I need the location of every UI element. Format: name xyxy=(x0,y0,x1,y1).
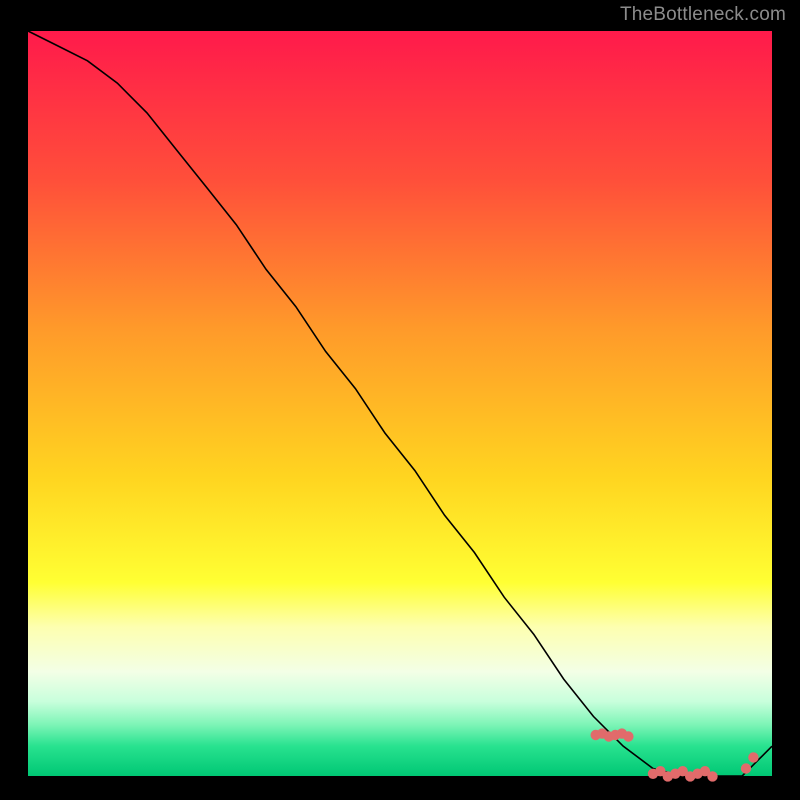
plot-background xyxy=(28,31,772,776)
chart-wrapper: { "attribution": "TheBottleneck.com", "c… xyxy=(0,0,800,800)
data-dot xyxy=(748,752,758,762)
data-dot xyxy=(623,731,633,741)
chart-plot xyxy=(0,0,800,800)
data-dot xyxy=(707,771,717,781)
data-dot xyxy=(741,763,751,773)
